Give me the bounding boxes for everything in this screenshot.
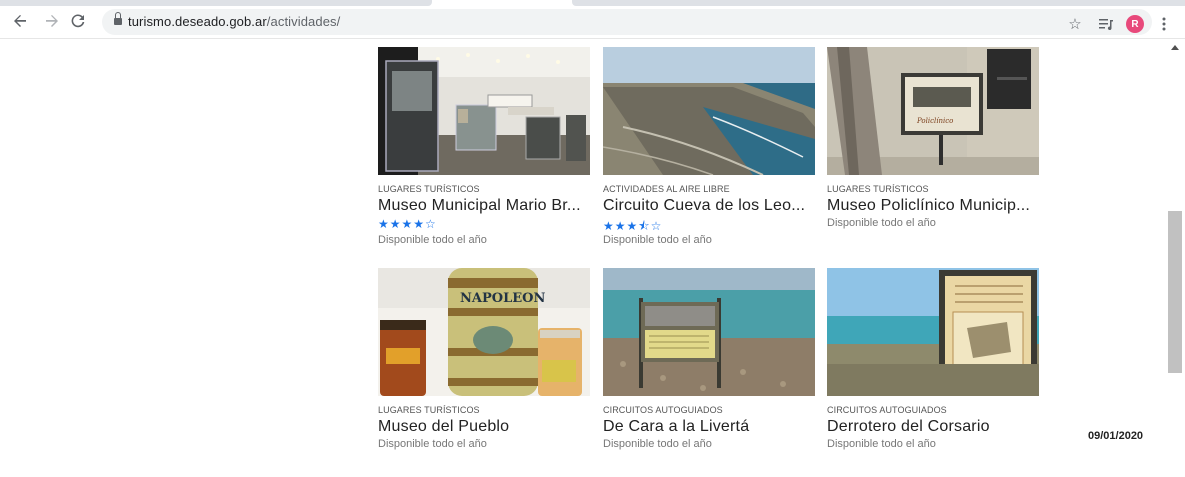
lock-icon[interactable] (114, 12, 122, 26)
playlist-icon[interactable] (1094, 12, 1118, 36)
browser-toolbar: turismo.deseado.gob.ar/actividades/ ☆ R (0, 6, 1185, 39)
more-vert-icon[interactable] (1152, 12, 1176, 36)
card-image-map-sign[interactable] (827, 268, 1039, 396)
reload-icon[interactable] (66, 9, 90, 33)
card-title[interactable]: Museo del Pueblo (378, 418, 590, 436)
activity-card[interactable]: CIRCUITOS AUTOGUIADOS De Cara a la Liver… (603, 268, 815, 450)
card-category: LUGARES TURÍSTICOS (378, 184, 480, 194)
card-image-seaside-sign[interactable] (603, 268, 815, 396)
activity-card[interactable]: Policlínico LUGARES TURÍSTICOS Museo Pol… (827, 47, 1039, 229)
url-path: /actividades/ (266, 14, 341, 29)
card-image-museum-interior[interactable] (378, 47, 590, 175)
card-image-vintage-tins[interactable]: NAPOLEON (378, 268, 590, 396)
card-availability: Disponible todo el año (378, 234, 487, 246)
card-availability: Disponible todo el año (827, 438, 936, 450)
card-image-coast-aerial[interactable] (603, 47, 815, 175)
star-rating: ★★★⯪☆ (603, 219, 663, 233)
profile-avatar[interactable]: R (1126, 15, 1144, 33)
scroll-up-arrow-icon[interactable] (1171, 45, 1179, 50)
card-title[interactable]: Derrotero del Corsario (827, 418, 1039, 436)
forward-arrow-icon[interactable] (40, 9, 64, 33)
card-title[interactable]: De Cara a la Livertá (603, 418, 815, 436)
card-image-museum-sign[interactable]: Policlínico (827, 47, 1039, 175)
star-rating: ★★★★☆ (378, 217, 437, 231)
card-availability: Disponible todo el año (603, 234, 712, 246)
activity-card[interactable]: ACTIVIDADES AL AIRE LIBRE Circuito Cueva… (603, 47, 815, 246)
scrollbar-thumb[interactable] (1168, 211, 1182, 373)
date-stamp: 09/01/2020 (1088, 430, 1144, 442)
activity-card[interactable]: CIRCUITOS AUTOGUIADOS Derrotero del Cors… (827, 268, 1039, 450)
card-category: LUGARES TURÍSTICOS (827, 184, 929, 194)
card-category: LUGARES TURÍSTICOS (378, 405, 480, 415)
card-category: CIRCUITOS AUTOGUIADOS (603, 405, 723, 415)
svg-text:Policlínico: Policlínico (916, 117, 953, 125)
vertical-scrollbar[interactable] (1166, 40, 1185, 477)
star-bookmark-icon[interactable]: ☆ (1063, 12, 1087, 36)
url-host: turismo.deseado.gob.ar (128, 14, 267, 29)
card-title[interactable]: Circuito Cueva de los Leo... (603, 197, 815, 215)
card-availability: Disponible todo el año (378, 438, 487, 450)
card-availability: Disponible todo el año (827, 217, 936, 229)
card-category: CIRCUITOS AUTOGUIADOS (827, 405, 947, 415)
back-arrow-icon[interactable] (8, 9, 32, 33)
svg-text:NAPOLEON: NAPOLEON (460, 291, 545, 306)
card-availability: Disponible todo el año (603, 438, 712, 450)
card-title[interactable]: Museo Policlínico Municip... (827, 197, 1039, 215)
url-text[interactable]: turismo.deseado.gob.ar/actividades/ (128, 14, 340, 29)
card-title[interactable]: Museo Municipal Mario Br... (378, 197, 590, 215)
address-bar[interactable]: turismo.deseado.gob.ar/actividades/ (102, 9, 1152, 35)
activity-card[interactable]: LUGARES TURÍSTICOS Museo Municipal Mario… (378, 47, 590, 246)
card-category: ACTIVIDADES AL AIRE LIBRE (603, 184, 730, 194)
activity-card[interactable]: NAPOLEON LUGARES TURÍSTICOS Museo del Pu… (378, 268, 590, 450)
